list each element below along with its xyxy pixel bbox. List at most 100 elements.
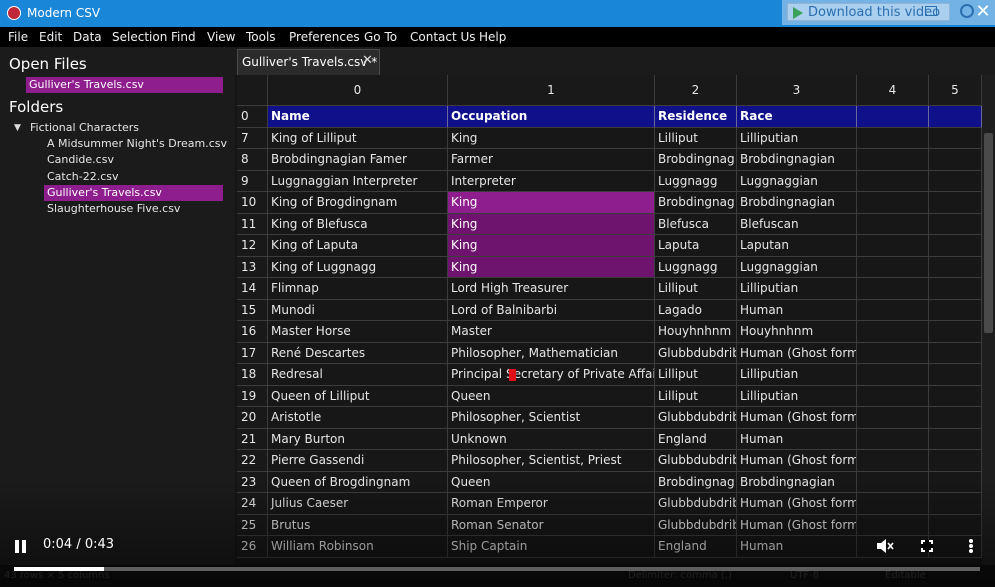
row-index-header[interactable]: 20: [237, 407, 268, 429]
table-cell[interactable]: Glubbdubdrib: [655, 450, 737, 472]
table-cell[interactable]: Human: [737, 536, 857, 558]
table-cell[interactable]: Blefuscan: [737, 213, 857, 235]
table-cell[interactable]: Lilliputian: [737, 278, 857, 300]
table-cell[interactable]: King of Blefusca: [268, 213, 448, 235]
table-cell[interactable]: Houyhnhnm: [655, 321, 737, 343]
row-index-header[interactable]: 19: [237, 385, 268, 407]
tab-gullivers-travels[interactable]: Gulliver's Travels.csv * ✕: [237, 49, 380, 75]
menu-find[interactable]: Find: [171, 30, 196, 44]
folder-file-item[interactable]: A Midsummer Night's Dream.csv: [44, 136, 227, 152]
table-cell[interactable]: King of Brogdingnam: [268, 192, 448, 214]
menu-contact-us[interactable]: Contact Us: [410, 30, 476, 44]
menu-file[interactable]: File: [8, 30, 28, 44]
header-cell[interactable]: [857, 106, 929, 128]
table-cell[interactable]: Aristotle: [268, 407, 448, 429]
table-cell[interactable]: [929, 256, 982, 278]
table-cell[interactable]: Human: [737, 428, 857, 450]
header-cell[interactable]: Race: [737, 106, 857, 128]
table-cell[interactable]: [857, 385, 929, 407]
table-cell[interactable]: Luggnagg: [655, 256, 737, 278]
open-file-item[interactable]: Gulliver's Travels.csv: [26, 77, 223, 93]
table-cell[interactable]: Flimnap: [268, 278, 448, 300]
table-cell[interactable]: Mary Burton: [268, 428, 448, 450]
table-cell[interactable]: King: [448, 256, 655, 278]
row-index-header[interactable]: 9: [237, 170, 268, 192]
table-cell[interactable]: Luggnaggian Interpreter: [268, 170, 448, 192]
vertical-scrollbar-thumb[interactable]: [984, 133, 993, 333]
table-cell[interactable]: Brobdingnagian: [737, 192, 857, 214]
table-cell[interactable]: Luggnaggian: [737, 256, 857, 278]
column-index-header[interactable]: 3: [737, 75, 857, 106]
row-index-header[interactable]: 18: [237, 364, 268, 386]
table-cell[interactable]: [929, 536, 982, 558]
table-cell[interactable]: [929, 385, 982, 407]
row-index-header[interactable]: 23: [237, 471, 268, 493]
table-cell[interactable]: Lilliput: [655, 364, 737, 386]
menu-data[interactable]: Data: [73, 30, 102, 44]
table-cell[interactable]: Human (Ghost form): [737, 493, 857, 515]
table-cell[interactable]: [857, 299, 929, 321]
gear-icon[interactable]: [960, 4, 974, 18]
table-cell[interactable]: [857, 407, 929, 429]
row-index-header[interactable]: 7: [237, 127, 268, 149]
menu-go-to[interactable]: Go To: [364, 30, 397, 44]
table-cell[interactable]: [929, 127, 982, 149]
menu-tools[interactable]: Tools: [246, 30, 276, 44]
folder-file-item[interactable]: Slaughterhouse Five.csv: [44, 201, 223, 217]
row-index-header[interactable]: 21: [237, 428, 268, 450]
row-index-header[interactable]: 16: [237, 321, 268, 343]
table-cell[interactable]: Julius Caeser: [268, 493, 448, 515]
header-cell[interactable]: Occupation: [448, 106, 655, 128]
close-icon[interactable]: ✕: [973, 2, 993, 22]
header-cell[interactable]: Name: [268, 106, 448, 128]
table-cell[interactable]: Lagado: [655, 299, 737, 321]
table-cell[interactable]: [857, 321, 929, 343]
row-index-header[interactable]: 8: [237, 149, 268, 171]
table-cell[interactable]: Roman Senator: [448, 514, 655, 536]
table-cell[interactable]: Brobdingnag: [655, 471, 737, 493]
table-cell[interactable]: Human (Ghost form): [737, 342, 857, 364]
table-cell[interactable]: Human (Ghost form): [737, 407, 857, 429]
row-index-header[interactable]: 0: [237, 106, 268, 128]
table-cell[interactable]: Lord of Balnibarbi: [448, 299, 655, 321]
table-cell[interactable]: Interpreter: [448, 170, 655, 192]
menu-view[interactable]: View: [207, 30, 235, 44]
table-cell[interactable]: [929, 428, 982, 450]
table-cell[interactable]: Brobdingnag: [655, 149, 737, 171]
pause-icon[interactable]: [15, 540, 27, 553]
video-progress-bar[interactable]: [14, 567, 980, 571]
table-cell[interactable]: Pierre Gassendi: [268, 450, 448, 472]
table-cell[interactable]: Lilliputian: [737, 385, 857, 407]
table-cell[interactable]: [857, 471, 929, 493]
row-index-header[interactable]: 17: [237, 342, 268, 364]
table-cell[interactable]: Principal Secretary of Private Affairs: [448, 364, 655, 386]
header-cell[interactable]: Residence: [655, 106, 737, 128]
menu-edit[interactable]: Edit: [39, 30, 62, 44]
table-cell[interactable]: Queen: [448, 471, 655, 493]
table-cell[interactable]: Philosopher, Scientist: [448, 407, 655, 429]
table-cell[interactable]: [929, 342, 982, 364]
table-cell[interactable]: [857, 170, 929, 192]
table-cell[interactable]: Glubbdubdrib: [655, 342, 737, 364]
table-cell[interactable]: Munodi: [268, 299, 448, 321]
table-cell[interactable]: [857, 493, 929, 515]
row-index-header[interactable]: 25: [237, 514, 268, 536]
table-cell[interactable]: England: [655, 536, 737, 558]
table-cell[interactable]: Queen of Brogdingnam: [268, 471, 448, 493]
table-cell[interactable]: King of Lilliput: [268, 127, 448, 149]
table-cell[interactable]: Farmer: [448, 149, 655, 171]
table-cell[interactable]: [857, 256, 929, 278]
folder-file-item[interactable]: Candide.csv: [44, 152, 223, 168]
column-index-header[interactable]: 4: [857, 75, 929, 106]
column-index-header[interactable]: 5: [929, 75, 982, 106]
table-cell[interactable]: [929, 471, 982, 493]
table-cell[interactable]: King: [448, 213, 655, 235]
table-cell[interactable]: [857, 213, 929, 235]
table-cell[interactable]: Human (Ghost form): [737, 450, 857, 472]
menu-preferences[interactable]: Preferences: [289, 30, 360, 44]
table-cell[interactable]: [857, 127, 929, 149]
table-cell[interactable]: King: [448, 127, 655, 149]
table-cell[interactable]: Blefusca: [655, 213, 737, 235]
table-cell[interactable]: [857, 235, 929, 257]
table-cell[interactable]: Brutus: [268, 514, 448, 536]
